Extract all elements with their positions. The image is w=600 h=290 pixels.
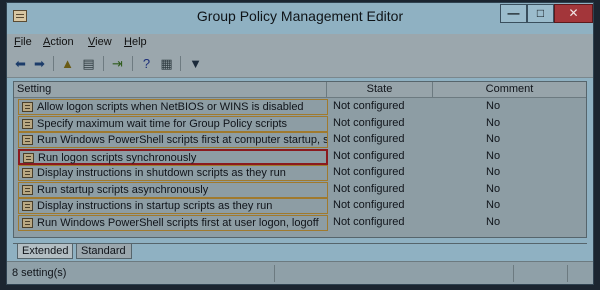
setting-comment: No [486, 149, 501, 162]
table-row[interactable]: Run logon scripts synchronously Not confi… [16, 148, 586, 165]
setting-state: Not configured [333, 100, 405, 112]
toolbar-separator [180, 56, 181, 71]
setting-cell[interactable]: Run Windows PowerShell scripts first at … [18, 214, 328, 231]
toolbar: ⬅ ➡ ▲ ▤ ⇥ ? ▦ ▼ [7, 51, 593, 78]
setting-comment: No [486, 166, 501, 178]
view-tabs: Extended Standard [13, 243, 587, 259]
setting-state: Not configured [333, 199, 405, 211]
column-header-state[interactable]: State [326, 82, 432, 97]
menu-action-label: ction [50, 36, 74, 48]
setting-state: Not configured [333, 182, 405, 195]
title-bar[interactable]: Group Policy Management Editor — □ ✕ [7, 3, 593, 33]
setting-name: Run logon scripts synchronously [38, 151, 197, 164]
setting-comment: No [486, 199, 501, 211]
up-folder-icon[interactable]: ▲ [59, 55, 76, 72]
menu-bar: File Action View Help [7, 34, 593, 51]
setting-name: Run Windows PowerShell scripts first at … [37, 134, 327, 146]
menu-view[interactable]: View [88, 36, 112, 48]
settings-list[interactable]: Setting State Comment Allow logon script… [13, 81, 587, 238]
setting-cell[interactable]: Specify maximum wait time for Group Poli… [18, 115, 328, 132]
setting-name: Specify maximum wait time for Group Poli… [37, 117, 288, 130]
menu-action[interactable]: Action [43, 36, 74, 48]
policy-setting-icon [22, 118, 33, 129]
table-row[interactable]: Display instructions in startup scripts … [16, 198, 586, 214]
setting-cell[interactable]: Display instructions in startup scripts … [18, 198, 328, 214]
policy-setting-icon [23, 152, 34, 163]
status-setting-count: 8 setting(s) [12, 267, 67, 279]
setting-comment: No [486, 182, 501, 195]
show-hide-tree-icon[interactable]: ▤ [80, 55, 97, 72]
setting-comment: No [486, 116, 501, 129]
policy-setting-icon [22, 201, 33, 211]
menu-help[interactable]: Help [124, 36, 147, 48]
menu-file-accel: F [14, 36, 21, 48]
setting-name: Allow logon scripts when NetBIOS or WINS… [37, 101, 304, 113]
toolbar-separator [132, 56, 133, 71]
menu-file[interactable]: File [14, 36, 32, 48]
status-divider [274, 265, 275, 282]
tab-extended[interactable]: Extended [17, 244, 73, 259]
help-icon[interactable]: ? [138, 55, 155, 72]
table-row[interactable]: Specify maximum wait time for Group Poli… [16, 115, 586, 132]
setting-comment: No [486, 133, 501, 145]
status-divider [567, 265, 568, 282]
column-header-setting[interactable]: Setting [17, 82, 325, 97]
policy-setting-icon [22, 168, 33, 178]
table-row[interactable]: Allow logon scripts when NetBIOS or WINS… [16, 99, 586, 115]
setting-name: Run startup scripts asynchronously [37, 183, 209, 196]
minimize-button[interactable]: — [500, 4, 527, 23]
list-header: Setting State Comment [14, 82, 586, 98]
back-icon[interactable]: ⬅ [12, 55, 29, 72]
setting-name: Display instructions in shutdown scripts… [37, 167, 286, 179]
properties-icon[interactable]: ▦ [158, 55, 175, 72]
menu-help-accel: H [124, 36, 132, 48]
setting-cell[interactable]: Allow logon scripts when NetBIOS or WINS… [18, 99, 328, 115]
setting-cell[interactable]: Display instructions in shutdown scripts… [18, 165, 328, 181]
policy-setting-icon [22, 184, 33, 195]
export-list-icon[interactable]: ⇥ [109, 55, 126, 72]
setting-state: Not configured [333, 166, 405, 178]
column-header-comment[interactable]: Comment [432, 82, 586, 97]
policy-setting-icon [22, 217, 33, 228]
setting-name: Run Windows PowerShell scripts first at … [37, 216, 319, 229]
status-bar: 8 setting(s) [7, 261, 593, 284]
filter-icon[interactable]: ▼ [187, 55, 204, 72]
setting-comment: No [486, 100, 501, 112]
gpme-window: Group Policy Management Editor — □ ✕ Fil… [6, 2, 594, 285]
table-row[interactable]: Run Windows PowerShell scripts first at … [16, 132, 586, 148]
setting-name: Display instructions in startup scripts … [37, 200, 273, 212]
setting-cell[interactable]: Run Windows PowerShell scripts first at … [18, 132, 328, 148]
forward-icon[interactable]: ➡ [31, 55, 48, 72]
maximize-button[interactable]: □ [527, 4, 554, 23]
status-divider [513, 265, 514, 282]
setting-cell[interactable]: Run startup scripts asynchronously [18, 181, 328, 198]
setting-state: Not configured [333, 149, 405, 162]
setting-state: Not configured [333, 215, 405, 228]
tab-standard[interactable]: Standard [76, 244, 132, 259]
menu-file-label: ile [20, 36, 32, 48]
setting-comment: No [486, 215, 501, 228]
setting-state: Not configured [333, 116, 405, 129]
toolbar-separator [53, 56, 54, 71]
table-row[interactable]: Run startup scripts asynchronously Not co… [16, 181, 586, 198]
policy-setting-icon [22, 102, 33, 112]
policy-setting-icon [22, 135, 33, 145]
toolbar-separator [103, 56, 104, 71]
setting-state: Not configured [333, 133, 405, 145]
close-button[interactable]: ✕ [554, 4, 593, 23]
table-row[interactable]: Display instructions in shutdown scripts… [16, 165, 586, 181]
menu-help-label: elp [131, 36, 147, 48]
menu-view-label: iew [95, 36, 112, 48]
table-row[interactable]: Run Windows PowerShell scripts first at … [16, 214, 586, 231]
setting-cell[interactable]: Run logon scripts synchronously [18, 148, 328, 165]
